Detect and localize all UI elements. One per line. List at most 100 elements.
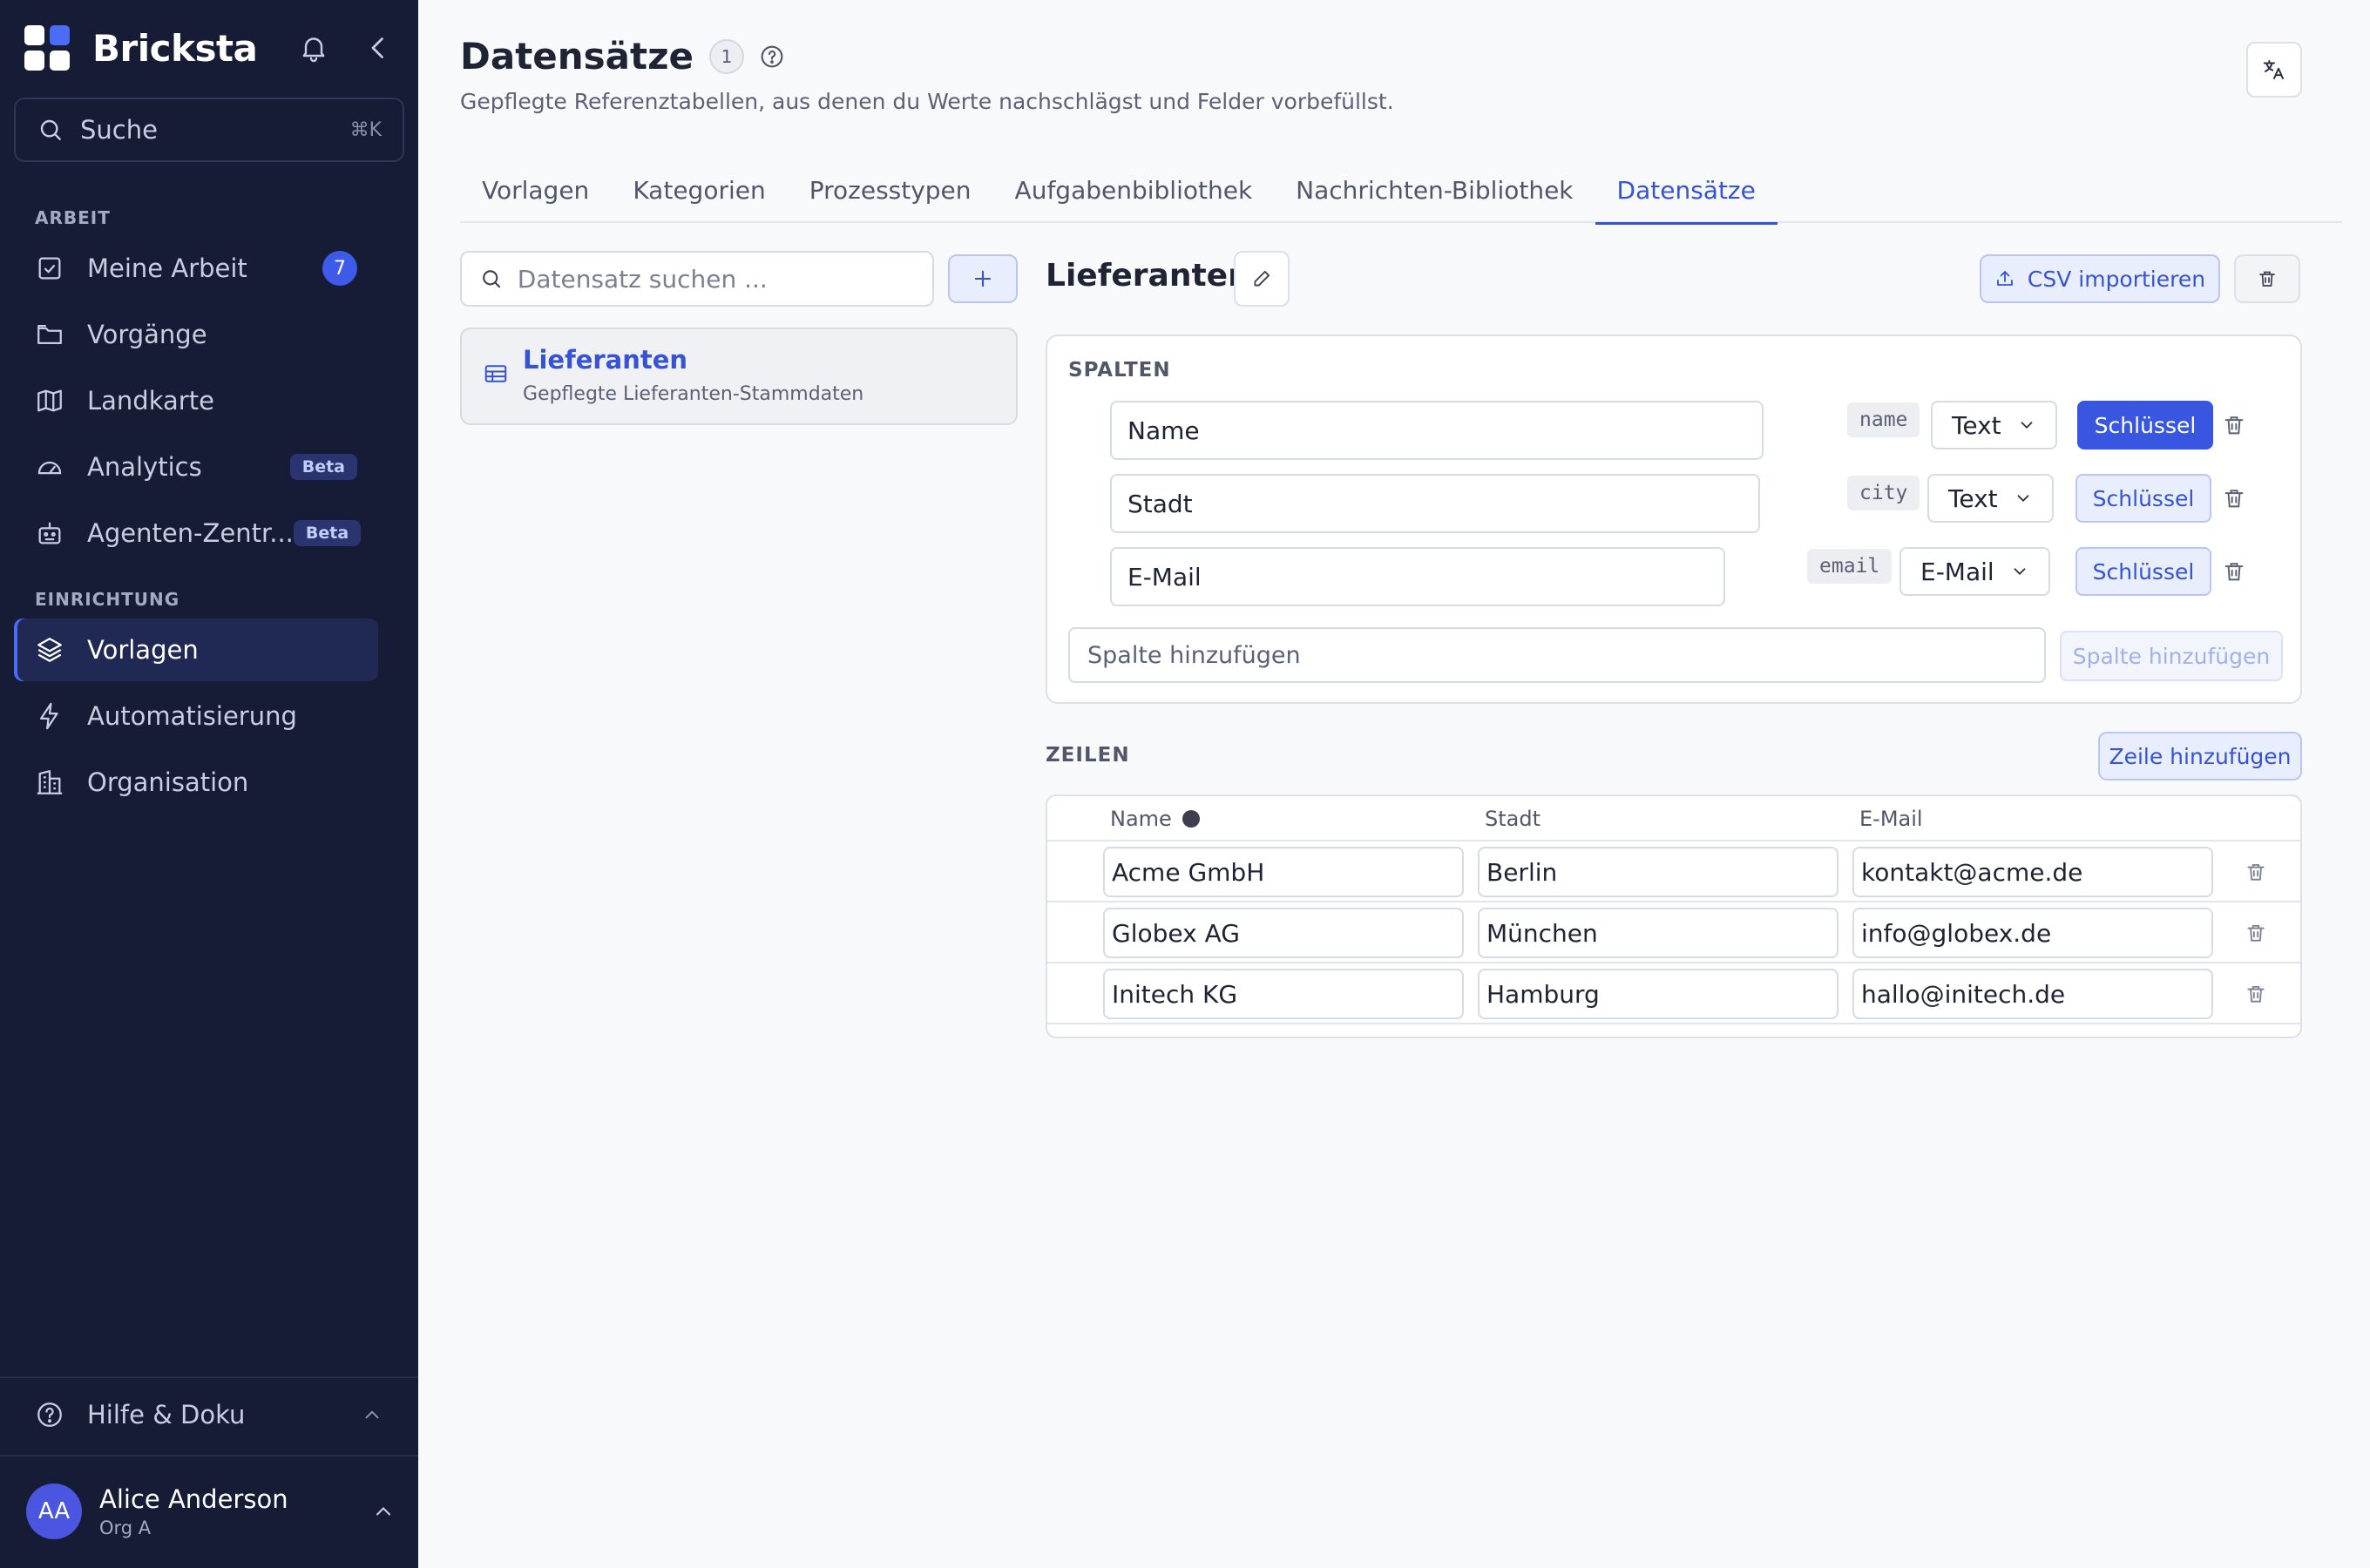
add-dataset-button[interactable] bbox=[948, 254, 1018, 303]
language-button[interactable] bbox=[2246, 42, 2302, 98]
columns-panel: SPALTEN Name name Text Schlüssel Stadt c… bbox=[1046, 335, 2302, 704]
sidebar-divider bbox=[0, 1376, 418, 1378]
sidebar-item-map[interactable]: Landkarte bbox=[14, 369, 378, 432]
collapse-chevron-left-icon[interactable] bbox=[362, 32, 394, 64]
user-name: Alice Anderson bbox=[99, 1484, 288, 1514]
cell-name[interactable]: Acme GmbH bbox=[1103, 847, 1464, 897]
sidebar-item-label: Agenten-Zentr... bbox=[87, 518, 294, 548]
sidebar-item-label: Vorgänge bbox=[87, 320, 207, 349]
trash-icon[interactable] bbox=[2245, 861, 2267, 883]
search-icon bbox=[483, 270, 501, 288]
cell-name[interactable]: Globex AG bbox=[1103, 908, 1464, 958]
column-type-select[interactable]: E-Mail bbox=[1899, 547, 2050, 596]
translate-icon bbox=[2263, 60, 2284, 79]
cell-email[interactable]: info@globex.de bbox=[1852, 908, 2213, 958]
help-docs-item[interactable]: Hilfe & Doku bbox=[14, 1383, 404, 1446]
building-icon bbox=[37, 770, 63, 794]
table-header-city: Stadt bbox=[1485, 807, 1540, 831]
tab-task-library[interactable]: Aufgabenbibliothek bbox=[993, 157, 1275, 223]
tab-message-library[interactable]: Nachrichten-Bibliothek bbox=[1274, 157, 1595, 223]
dataset-title: Lieferanten bbox=[1046, 258, 1250, 294]
column-row: Stadt city Text Schlüssel bbox=[1047, 474, 2300, 533]
help-circle-icon[interactable] bbox=[758, 43, 786, 71]
key-toggle-button[interactable]: Schlüssel bbox=[2075, 474, 2211, 523]
tabs: Vorlagen Kategorien Prozesstypen Aufgabe… bbox=[460, 157, 2342, 225]
cell-name[interactable]: Initech KG bbox=[1103, 969, 1464, 1019]
sidebar-item-automation[interactable]: Automatisierung bbox=[14, 685, 378, 747]
section-label-setup: EINRICHTUNG bbox=[35, 589, 180, 610]
key-toggle-button[interactable]: Schlüssel bbox=[2075, 547, 2211, 596]
column-name-field[interactable]: E-Mail bbox=[1110, 547, 1725, 606]
column-name-field[interactable]: Stadt bbox=[1110, 474, 1760, 533]
column-type-select[interactable]: Text bbox=[1931, 401, 2057, 449]
count-badge: 7 bbox=[322, 251, 357, 286]
table-row: Globex AG München info@globex.de bbox=[1047, 902, 2300, 963]
gauge-icon bbox=[37, 461, 62, 475]
sidebar-divider bbox=[0, 1455, 418, 1456]
trash-icon[interactable] bbox=[2245, 922, 2267, 944]
sidebar-search-label: Suche bbox=[80, 115, 158, 145]
tab-templates[interactable]: Vorlagen bbox=[460, 157, 611, 223]
tab-datasets[interactable]: Datensätze bbox=[1595, 157, 1778, 225]
dataset-name: Lieferanten bbox=[523, 345, 688, 375]
dataset-search-input[interactable] bbox=[517, 264, 915, 294]
table-row: Acme GmbH Berlin kontakt@acme.de bbox=[1047, 841, 2300, 902]
sidebar-item-agents[interactable]: Agenten-Zentr... Beta bbox=[14, 502, 378, 564]
import-csv-button[interactable]: CSV importieren bbox=[1980, 254, 2220, 303]
app-name: Bricksta bbox=[92, 26, 258, 70]
section-label-work: ARBEIT bbox=[35, 207, 111, 228]
cell-city[interactable]: Berlin bbox=[1478, 847, 1838, 897]
trash-icon[interactable] bbox=[2222, 486, 2246, 510]
cell-email[interactable]: hallo@initech.de bbox=[1852, 969, 2213, 1019]
table-icon bbox=[484, 365, 507, 382]
chevron-down-icon bbox=[2017, 495, 2029, 503]
map-icon bbox=[37, 389, 62, 412]
add-row-button[interactable]: Zeile hinzufügen bbox=[2098, 732, 2302, 781]
sidebar-search[interactable]: Suche ⌘K bbox=[14, 98, 404, 162]
column-key-code: name bbox=[1847, 402, 1920, 437]
tab-categories[interactable]: Kategorien bbox=[611, 157, 787, 223]
tab-process-types[interactable]: Prozesstypen bbox=[788, 157, 993, 223]
dataset-list-item[interactable]: Lieferanten Gepflegte Lieferanten-Stammd… bbox=[460, 328, 1018, 425]
column-row: E-Mail email E-Mail Schlüssel bbox=[1047, 547, 2300, 606]
column-key-code: email bbox=[1807, 549, 1893, 584]
chevron-up-icon bbox=[365, 1410, 379, 1419]
trash-icon[interactable] bbox=[2245, 983, 2267, 1005]
column-name-field[interactable]: Name bbox=[1110, 401, 1764, 460]
search-icon bbox=[40, 119, 61, 140]
bell-icon[interactable] bbox=[298, 32, 329, 64]
chevron-down-icon bbox=[2021, 422, 2033, 429]
add-column-button[interactable]: Spalte hinzufügen bbox=[2060, 631, 2283, 681]
page-subtitle: Gepflegte Referenztabellen, aus denen du… bbox=[460, 89, 1394, 114]
user-org: Org A bbox=[99, 1517, 152, 1538]
trash-icon[interactable] bbox=[2222, 559, 2246, 584]
sidebar-item-label: Vorlagen bbox=[87, 635, 199, 665]
chevron-down-icon bbox=[2014, 568, 2026, 576]
help-docs-label: Hilfe & Doku bbox=[87, 1400, 246, 1429]
checkbox-icon bbox=[38, 257, 61, 280]
sidebar-item-my-work[interactable]: Meine Arbeit 7 bbox=[14, 237, 378, 300]
edit-dataset-button[interactable] bbox=[1234, 251, 1290, 307]
delete-dataset-button[interactable] bbox=[2234, 254, 2300, 303]
column-type-value: Text bbox=[1948, 483, 1998, 513]
sidebar-item-analytics[interactable]: Analytics Beta bbox=[14, 436, 378, 498]
cell-email[interactable]: kontakt@acme.de bbox=[1852, 847, 2213, 897]
help-circle-icon bbox=[37, 1402, 62, 1427]
pencil-icon bbox=[1254, 270, 1270, 287]
cell-city[interactable]: Hamburg bbox=[1478, 969, 1838, 1019]
count-badge: 1 bbox=[709, 38, 745, 74]
user-menu[interactable]: AA Alice Anderson Org A bbox=[26, 1481, 396, 1542]
sidebar-item-organisation[interactable]: Organisation bbox=[14, 751, 378, 814]
key-toggle-button[interactable]: Schlüssel bbox=[2077, 401, 2213, 449]
column-type-select[interactable]: Text bbox=[1927, 474, 2054, 523]
sidebar-item-processes[interactable]: Vorgänge bbox=[14, 303, 378, 366]
search-shortcut: ⌘K bbox=[349, 118, 382, 141]
sidebar-item-templates[interactable]: Vorlagen bbox=[14, 618, 378, 681]
sidebar: Bricksta Suche ⌘K ARBEIT Meine Arbeit 7 … bbox=[0, 0, 418, 1568]
add-column-input[interactable]: Spalte hinzufügen bbox=[1068, 627, 2046, 683]
folder-icon bbox=[37, 324, 62, 345]
cell-city[interactable]: München bbox=[1478, 908, 1838, 958]
beta-badge: Beta bbox=[289, 454, 357, 480]
trash-icon[interactable] bbox=[2222, 413, 2246, 437]
avatar: AA bbox=[26, 1484, 82, 1539]
